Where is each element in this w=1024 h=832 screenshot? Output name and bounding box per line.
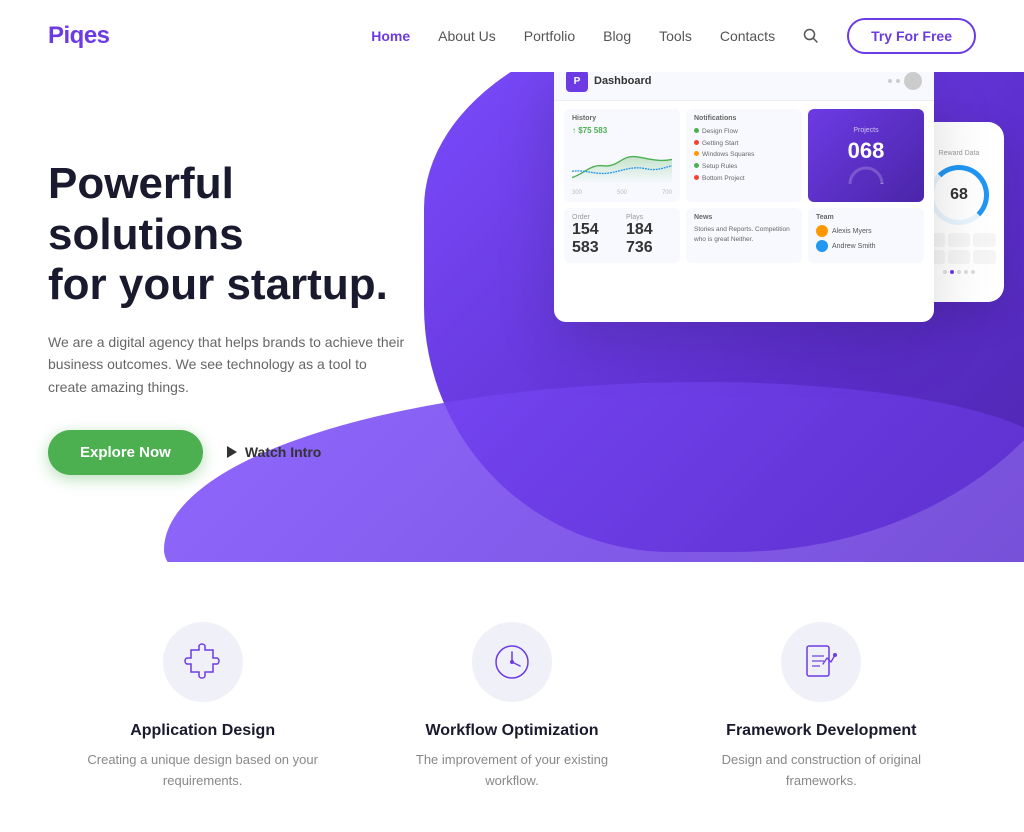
notif-dot — [694, 128, 699, 133]
feature-app-design: Application Design Creating a unique des… — [83, 622, 323, 792]
projects-chart — [846, 164, 886, 184]
feature-workflow: Workflow Optimization The improvement of… — [392, 622, 632, 792]
app-design-desc: Creating a unique design based on your r… — [83, 750, 323, 792]
user-avatar — [904, 72, 922, 90]
notif-dot — [694, 140, 699, 145]
news-text: Stories and Reports. Competition who is … — [694, 225, 794, 245]
phone-grid-item — [973, 250, 996, 264]
workflow-icon-wrap — [472, 622, 552, 702]
stat2-label: Plays — [626, 214, 672, 221]
history-widget: History ↑ $75 583 — [564, 109, 680, 202]
framework-icon-wrap — [781, 622, 861, 702]
hero-content: Powerful solutions for your startup. We … — [0, 159, 480, 475]
phone-dot — [957, 270, 961, 274]
nav-blog[interactable]: Blog — [603, 28, 631, 44]
hero-description: We are a digital agency that helps brand… — [48, 331, 408, 398]
dashboard-header-right — [888, 72, 922, 90]
dashboard-body: History ↑ $75 583 — [554, 101, 934, 271]
history-value: ↑ $75 583 — [572, 126, 672, 135]
dashboard-logo: P — [566, 72, 588, 92]
phone-dot — [943, 270, 947, 274]
hero-actions: Explore Now Watch Intro — [48, 430, 432, 475]
try-free-button[interactable]: Try For Free — [847, 18, 976, 54]
explore-now-button[interactable]: Explore Now — [48, 430, 203, 475]
nav-tools[interactable]: Tools — [659, 28, 692, 44]
clock-icon — [492, 642, 532, 682]
news-label: News — [694, 214, 794, 221]
phone-grid-item — [973, 233, 996, 247]
stat1-value: 154 583 — [572, 221, 618, 257]
notifications-label: Notifications — [694, 115, 794, 122]
gauge-circle: 68 — [929, 165, 989, 225]
search-icon[interactable] — [803, 28, 819, 44]
play-icon — [227, 446, 237, 458]
notifications-widget: Notifications Design Flow Getting Start … — [686, 109, 802, 202]
stat2-value: 184 736 — [626, 221, 672, 257]
nav-portfolio[interactable]: Portfolio — [524, 28, 575, 44]
team-avatar-1 — [816, 225, 828, 237]
watch-intro-button[interactable]: Watch Intro — [227, 444, 321, 460]
puzzle-icon — [183, 642, 223, 682]
chart-document-icon — [801, 642, 841, 682]
features-section: Application Design Creating a unique des… — [0, 562, 1024, 832]
nav-contacts[interactable]: Contacts — [720, 28, 775, 44]
stat1-widget: Order 154 583 Plays 184 736 — [564, 208, 680, 263]
phone-nav-dots — [943, 270, 975, 274]
gauge-value: 68 — [950, 186, 968, 204]
phone-label: Reward Data — [939, 150, 980, 157]
framework-desc: Design and construction of original fram… — [701, 750, 941, 792]
hero-section: Powerful solutions for your startup. We … — [0, 72, 1024, 562]
hero-dashboard-mockup: P Dashboard History ↑ $75 583 — [554, 72, 1004, 322]
projects-label: Projects — [853, 127, 878, 134]
nav-about[interactable]: About Us — [438, 28, 496, 44]
nav-home[interactable]: Home — [371, 28, 410, 44]
feature-framework: Framework Development Design and constru… — [701, 622, 941, 792]
header-dot — [888, 79, 892, 83]
news-widget: News Stories and Reports. Competition wh… — [686, 208, 802, 263]
header: Piqes Home About Us Portfolio Blog Tools… — [0, 0, 1024, 72]
notif-dot — [694, 151, 699, 156]
hero-title: Powerful solutions for your startup. — [48, 159, 432, 311]
notif-dot — [694, 175, 699, 180]
app-design-icon-wrap — [163, 622, 243, 702]
logo-text: Piqes — [48, 22, 110, 49]
phone-dot — [964, 270, 968, 274]
workflow-title: Workflow Optimization — [425, 722, 598, 740]
phone-dot-active — [950, 270, 954, 274]
phone-grid-item — [948, 233, 971, 247]
framework-title: Framework Development — [726, 722, 916, 740]
app-design-title: Application Design — [130, 722, 275, 740]
notif-dot — [694, 163, 699, 168]
team-member-2: Andrew Smith — [832, 243, 876, 250]
stat1-label: Order — [572, 214, 618, 221]
team-avatar-2 — [816, 240, 828, 252]
team-list: Alexis Myers Andrew Smith — [816, 225, 916, 252]
history-label: History — [572, 115, 672, 122]
dashboard-title: Dashboard — [594, 75, 651, 87]
phone-dot — [971, 270, 975, 274]
header-dot — [896, 79, 900, 83]
dashboard-card: P Dashboard History ↑ $75 583 — [554, 72, 934, 322]
phone-grid-item — [948, 250, 971, 264]
notifications-list: Design Flow Getting Start Windows Square… — [694, 126, 794, 184]
logo[interactable]: Piqes — [48, 22, 110, 50]
projects-widget: Projects 068 — [808, 109, 924, 202]
team-label: Team — [816, 214, 916, 221]
workflow-desc: The improvement of your existing workflo… — [392, 750, 632, 792]
projects-value: 068 — [848, 138, 885, 164]
main-nav: Home About Us Portfolio Blog Tools Conta… — [371, 18, 976, 54]
team-widget: Team Alexis Myers Andrew Smith — [808, 208, 924, 263]
history-chart — [572, 139, 672, 189]
team-member-1: Alexis Myers — [832, 228, 872, 235]
dashboard-header: P Dashboard — [554, 72, 934, 101]
